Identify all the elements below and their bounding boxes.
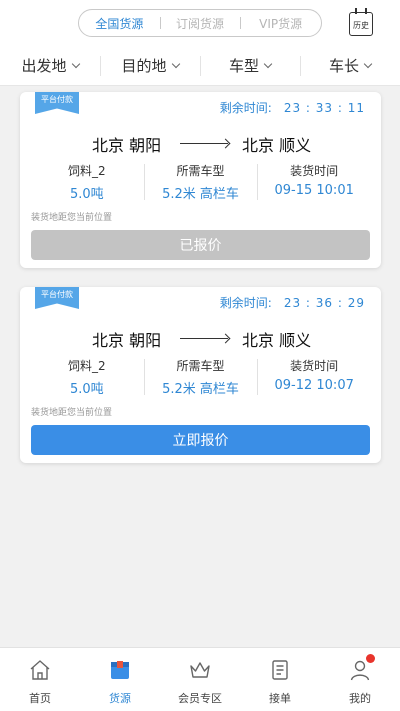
- tab-mine-label: 我的: [349, 692, 371, 705]
- bottom-tab-bar: 首页 货源 会员专区 接单 我的: [0, 647, 400, 711]
- timer-label: 剩余时间:: [219, 101, 272, 115]
- tab-cargo[interactable]: 货源: [80, 648, 160, 711]
- origin-city: 北京 朝阳: [92, 136, 162, 155]
- vehicle-value: 5.2米 高栏车: [162, 187, 239, 202]
- goods-name: 饲料_2: [68, 164, 106, 178]
- distance-text: 装货地距您当前位置: [31, 408, 113, 418]
- remaining-time: 剩余时间: 23 : 36 : 29: [220, 294, 365, 311]
- timer-value: 23 : 36 : 29: [283, 296, 365, 310]
- chevron-down-icon: [171, 59, 180, 68]
- tab-cargo-label: 货源: [109, 692, 131, 705]
- quote-now-button[interactable]: 立即报价: [31, 425, 370, 455]
- load-time-label: 装货时间: [290, 164, 339, 178]
- timer-label: 剩余时间:: [219, 296, 272, 310]
- vehicle-value: 5.2米 高栏车: [162, 382, 239, 397]
- remaining-time: 剩余时间: 23 : 33 : 11: [220, 99, 365, 116]
- quoted-button[interactable]: 已报价: [31, 230, 370, 260]
- arrow-right-icon: [180, 143, 228, 144]
- goods-info: 饲料_2 5.0吨: [30, 357, 144, 397]
- route: 北京 朝阳 北京 顺义: [20, 327, 381, 351]
- order-list-icon: [268, 658, 292, 682]
- history-label: 历史: [353, 21, 369, 30]
- tab-vip-cargo[interactable]: VIP货源: [240, 15, 321, 32]
- destination-city: 北京 顺义: [242, 331, 312, 350]
- chevron-down-icon: [363, 59, 373, 68]
- cargo-details: 饲料_2 5.0吨 所需车型 5.2米 高栏车 装货时间 09-15 10:01: [30, 162, 371, 202]
- cargo-box-icon: [108, 658, 132, 682]
- load-time-value: 09-12 10:07: [274, 378, 354, 393]
- tab-member-zone-label: 会员专区: [178, 692, 222, 705]
- crown-icon: [188, 658, 212, 682]
- filter-bar: 出发地 目的地 车型 车长: [0, 46, 400, 86]
- chevron-down-icon: [71, 59, 80, 68]
- filter-vehicle-length[interactable]: 车长: [300, 46, 400, 85]
- filter-destination[interactable]: 目的地: [100, 46, 200, 85]
- goods-name: 饲料_2: [68, 359, 106, 373]
- vehicle-info: 所需车型 5.2米 高栏车: [143, 357, 258, 397]
- arrow-right-icon: [180, 338, 228, 339]
- tab-orders-label: 接单: [269, 692, 291, 705]
- load-time-label: 装货时间: [290, 359, 339, 373]
- tab-member-zone[interactable]: 会员专区: [160, 648, 240, 711]
- vehicle-label: 所需车型: [176, 164, 225, 178]
- route: 北京 朝阳 北京 顺义: [20, 132, 381, 156]
- tab-orders[interactable]: 接单: [240, 648, 320, 711]
- cargo-details: 饲料_2 5.0吨 所需车型 5.2米 高栏车 装货时间 09-12 10:07: [30, 357, 371, 397]
- vehicle-label: 所需车型: [176, 359, 225, 373]
- goods-weight: 5.0吨: [69, 187, 104, 202]
- history-button[interactable]: 历史: [348, 8, 374, 37]
- timer-value: 23 : 33 : 11: [283, 101, 365, 115]
- tab-national-cargo[interactable]: 全国货源: [79, 15, 160, 32]
- load-time-info: 装货时间 09-15 10:01: [257, 162, 371, 202]
- cargo-card[interactable]: 平台付款 剩余时间: 23 : 36 : 29 北京 朝阳 北京 顺义 饲料_2 …: [20, 287, 381, 463]
- filter-vehicle-type[interactable]: 车型: [200, 46, 300, 85]
- tab-home-label: 首页: [29, 692, 51, 705]
- filter-destination-label: 目的地: [121, 57, 167, 75]
- filter-origin[interactable]: 出发地: [0, 46, 100, 85]
- source-segmented-control: 全国货源 订阅货源 VIP货源: [78, 9, 322, 37]
- filter-vehicle-length-label: 车长: [328, 57, 359, 75]
- platform-payment-tag: 平台付款: [35, 92, 79, 114]
- vehicle-info: 所需车型 5.2米 高栏车: [143, 162, 258, 202]
- home-icon: [28, 658, 52, 682]
- goods-info: 饲料_2 5.0吨: [30, 162, 144, 202]
- filter-origin-label: 出发地: [21, 57, 67, 75]
- tab-home[interactable]: 首页: [0, 648, 80, 711]
- goods-weight: 5.0吨: [69, 382, 104, 397]
- destination-city: 北京 顺义: [242, 136, 312, 155]
- notification-badge: [366, 654, 375, 663]
- load-time-value: 09-15 10:01: [274, 183, 354, 198]
- platform-payment-tag: 平台付款: [35, 287, 79, 309]
- top-bar: 全国货源 订阅货源 VIP货源 历史: [0, 0, 400, 46]
- chevron-down-icon: [263, 59, 273, 68]
- distance-text: 装货地距您当前位置: [31, 213, 113, 223]
- cargo-card[interactable]: 平台付款 剩余时间: 23 : 33 : 11 北京 朝阳 北京 顺义 饲料_2 …: [20, 92, 381, 268]
- tab-subscribed-cargo[interactable]: 订阅货源: [159, 15, 241, 32]
- tab-mine[interactable]: 我的: [320, 648, 400, 711]
- filter-vehicle-type-label: 车型: [228, 57, 259, 75]
- load-time-info: 装货时间 09-12 10:07: [257, 357, 371, 397]
- origin-city: 北京 朝阳: [92, 331, 162, 350]
- user-icon: [348, 654, 375, 682]
